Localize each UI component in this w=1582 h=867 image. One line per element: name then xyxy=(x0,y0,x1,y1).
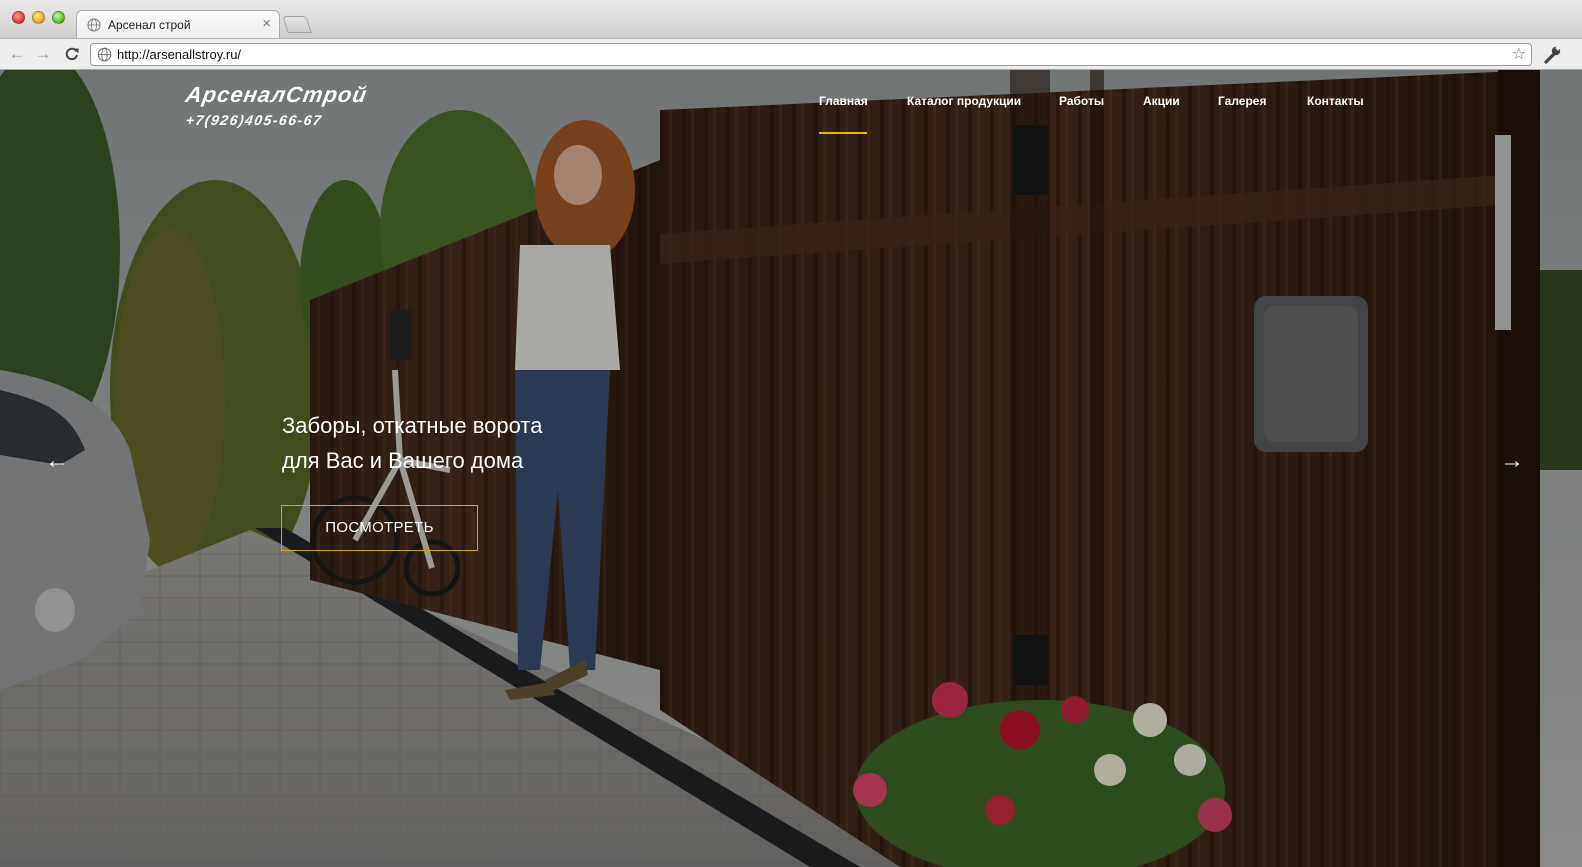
nav-item-catalog[interactable]: Каталог продукции xyxy=(907,94,1021,108)
globe-icon xyxy=(87,18,101,32)
window-minimize-button[interactable] xyxy=(32,11,45,24)
back-button[interactable]: ← xyxy=(6,43,28,65)
hero-slider: АрсеналСтрой +7(926)405-66-67 Главная Ка… xyxy=(0,70,1582,867)
nav-active-indicator xyxy=(819,132,867,134)
tab-title: Арсенал строй xyxy=(108,18,191,32)
nav-item-works[interactable]: Работы xyxy=(1059,94,1104,108)
slide-headline: Заборы, откатные ворота для Вас и Вашего… xyxy=(282,408,642,478)
nav-item-contacts[interactable]: Контакты xyxy=(1307,94,1364,108)
nav-item-gallery[interactable]: Галерея xyxy=(1218,94,1266,108)
reload-icon xyxy=(65,47,79,61)
nav-item-home[interactable]: Главная xyxy=(819,94,868,108)
tab-close-icon[interactable]: × xyxy=(262,15,271,32)
slider-prev-arrow-icon[interactable]: ← xyxy=(45,449,69,473)
logo-phone: +7(926)405-66-67 xyxy=(184,112,324,128)
window-close-button[interactable] xyxy=(12,11,25,24)
main-navigation: Главная Каталог продукции Работы Акции Г… xyxy=(0,94,1582,114)
nav-item-promotions[interactable]: Акции xyxy=(1143,94,1180,108)
window-zoom-button[interactable] xyxy=(52,11,65,24)
bookmark-star-icon[interactable]: ☆ xyxy=(1512,44,1526,64)
browser-toolbar: ← → http://arsenallstroy.ru/ ☆ xyxy=(0,38,1582,70)
browser-tab[interactable]: Арсенал строй × xyxy=(76,10,280,39)
address-url: http://arsenallstroy.ru/ xyxy=(117,47,242,62)
slide-headline-line-1: Заборы, откатные ворота xyxy=(282,413,543,438)
browser-titlebar: Арсенал строй × xyxy=(0,0,1582,39)
reload-button[interactable] xyxy=(61,43,83,65)
page-globe-icon xyxy=(97,47,112,62)
wrench-menu-icon[interactable] xyxy=(1542,43,1562,65)
address-bar[interactable]: http://arsenallstroy.ru/ ☆ xyxy=(90,43,1532,66)
slide-headline-line-2: для Вас и Вашего дома xyxy=(282,448,524,473)
hero-background-photo xyxy=(0,70,1582,867)
slider-next-arrow-icon[interactable]: → xyxy=(1500,449,1524,473)
forward-button[interactable]: → xyxy=(32,43,54,65)
view-button[interactable]: ПОСМОТРЕТЬ xyxy=(281,505,478,551)
new-tab-button[interactable] xyxy=(282,16,312,33)
